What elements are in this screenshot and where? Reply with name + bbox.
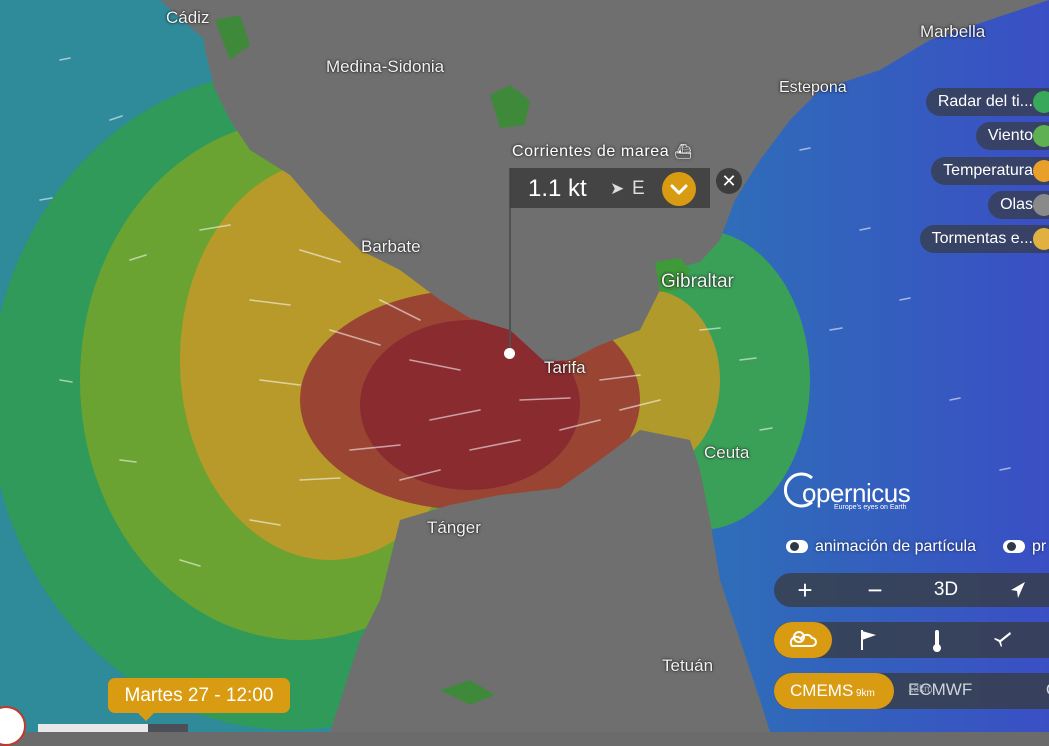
model-selector-bar: CMEMS 9km ECMWF 13km C	[774, 673, 1049, 709]
model-cmems-button[interactable]: CMEMS 9km	[774, 673, 894, 709]
toggle-switch[interactable]	[1003, 540, 1025, 554]
layer-radar[interactable]: Radar del ti...	[925, 88, 1049, 116]
timeline-track[interactable]	[38, 724, 188, 732]
layer-waves[interactable]: Olas	[988, 191, 1049, 219]
zoom-in-button[interactable]: +	[792, 573, 818, 607]
temperature-button[interactable]	[924, 622, 950, 671]
layer-wind[interactable]: Viento	[975, 122, 1049, 150]
city-label-marbella: Marbella	[920, 22, 986, 41]
city-label-estepona: Estepona	[779, 79, 847, 96]
overlay-icons-bar	[774, 622, 1049, 658]
toggle-switch[interactable]	[786, 540, 808, 554]
model-other-button[interactable]: C	[1042, 673, 1049, 707]
airplane-icon	[994, 632, 1011, 647]
popup-value-box: 1.1 kt ➤ E	[510, 168, 710, 208]
weather-icon	[789, 631, 817, 647]
city-label-gibraltar: Gibraltar	[661, 271, 734, 292]
layer-temperature[interactable]: Temperatura	[931, 157, 1049, 185]
layer-label: Radar del ti...	[937, 93, 1033, 110]
layer-label: Tormentas e...	[931, 230, 1033, 247]
wind-icon	[1033, 125, 1049, 147]
popup-current-speed: 1.1 kt	[528, 175, 587, 202]
city-label-medina-sidonia: Medina-Sidonia	[326, 57, 445, 76]
toggle-label: pr	[1032, 538, 1047, 555]
layer-label: Temperatura	[943, 162, 1033, 179]
close-icon: ✕	[721, 171, 737, 191]
popup-layer-label: Corrientes de marea ⛴	[512, 143, 693, 161]
storm-icon	[1033, 228, 1049, 250]
model-resolution: 9km	[856, 688, 875, 699]
city-label-barbate: Barbate	[361, 237, 421, 256]
temperature-icon	[1033, 160, 1049, 182]
view-3d-button[interactable]: 3D	[928, 573, 964, 607]
wind-flag-button[interactable]	[856, 622, 882, 671]
thermometer-icon	[933, 630, 941, 652]
airport-button[interactable]	[990, 622, 1016, 671]
direction-arrow-icon: ➤	[610, 179, 625, 198]
popup-direction: E	[632, 178, 645, 199]
waves-icon	[1033, 194, 1049, 216]
flag-wind-icon	[861, 630, 876, 650]
city-label-tanger: Tánger	[427, 518, 481, 537]
city-label-cadiz: Cádiz	[166, 8, 210, 27]
radar-icon	[1033, 91, 1049, 113]
logo-tagline: Europe's eyes on Earth	[834, 504, 907, 511]
navigation-arrow-icon	[1011, 582, 1025, 598]
expand-button[interactable]	[662, 172, 696, 206]
city-label-ceuta: Ceuta	[704, 443, 750, 462]
city-label-tarifa: Tarifa	[544, 358, 586, 377]
timeline-progress	[38, 724, 148, 732]
close-popup-button[interactable]: ✕	[716, 168, 742, 194]
city-label-tetuan: Tetuán	[662, 656, 714, 675]
chevron-down-icon	[670, 184, 688, 195]
timeline-badge[interactable]: Martes 27 - 12:00	[108, 678, 290, 721]
toggle-secondary[interactable]: pr	[1003, 538, 1046, 556]
toggle-particle-animation[interactable]: animación de partícula	[786, 538, 976, 556]
location-marker[interactable]	[504, 348, 515, 359]
boat-waves-icon: ⛴	[674, 143, 693, 159]
map-controls-bar: + − 3D	[774, 573, 1049, 607]
toggle-label: animación de partícula	[815, 538, 976, 555]
model-name: CMEMS	[790, 681, 854, 700]
weather-button[interactable]	[774, 622, 832, 658]
model-resolution: 13km	[908, 684, 933, 695]
locate-button[interactable]	[1004, 573, 1030, 620]
popup-layer-name: Corrientes de marea	[512, 143, 670, 160]
layer-label: Viento	[987, 127, 1033, 144]
layer-label: Olas	[1000, 196, 1033, 213]
layer-storms[interactable]: Tormentas e...	[919, 225, 1049, 253]
zoom-out-button[interactable]: −	[862, 573, 888, 607]
